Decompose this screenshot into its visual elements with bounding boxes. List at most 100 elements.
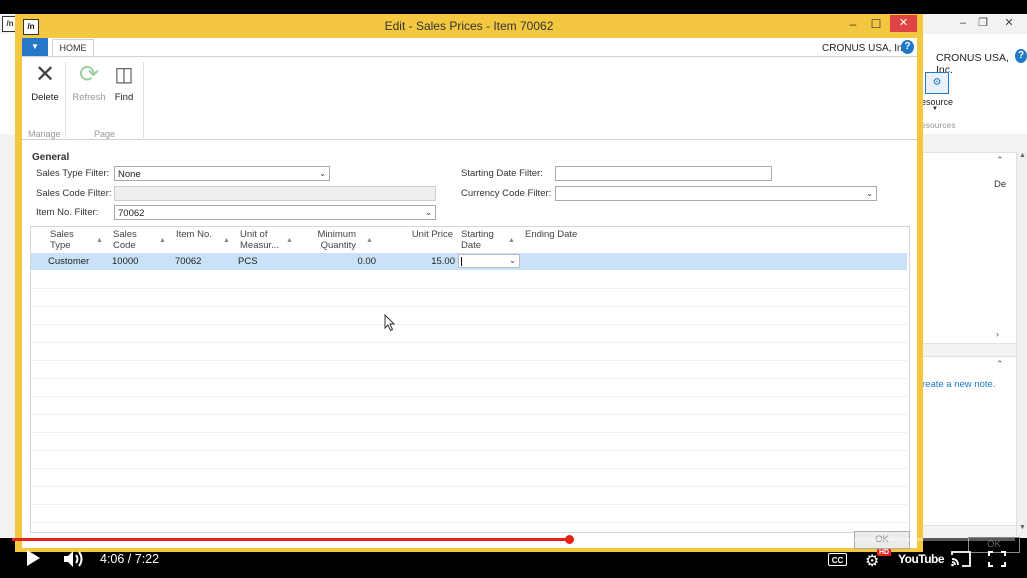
cell-unit-price[interactable]: 15.00 <box>411 256 455 267</box>
group-separator <box>65 62 66 138</box>
sort-icon[interactable]: ▲ <box>286 237 293 244</box>
starting-date-filter-field[interactable] <box>555 166 772 181</box>
item-no-filter-dropdown[interactable]: 70062 ⌄ <box>114 205 436 220</box>
minimize-icon[interactable]: – <box>841 15 865 33</box>
col-header-sales-type[interactable]: Sales Type <box>50 229 74 251</box>
chevron-up-icon[interactable]: ⌃ <box>996 155 1004 166</box>
delete-button[interactable]: ✕ Delete <box>30 61 60 104</box>
find-button-label: Find <box>114 92 134 103</box>
currency-code-filter-label: Currency Code Filter: <box>461 188 552 199</box>
row-divider <box>31 288 907 289</box>
chevron-down-icon[interactable]: ⌄ <box>425 206 432 220</box>
row-divider <box>31 342 907 343</box>
currency-code-filter-dropdown[interactable]: ⌄ <box>555 186 877 201</box>
bg-scrollbar[interactable]: ▲ ▼ <box>1016 152 1027 536</box>
header-line: Code <box>113 240 136 251</box>
row-divider <box>31 450 907 451</box>
manage-group-label: Manage <box>28 129 61 139</box>
row-divider <box>31 468 907 469</box>
text-caret <box>461 257 462 266</box>
sales-prices-grid: Sales Type ▲ Sales Code ▲ Item No. ▲ Uni… <box>30 226 910 533</box>
chevron-down-icon[interactable]: ⌄ <box>866 187 873 201</box>
factbox-de-text: De <box>994 179 1007 190</box>
bg-minimize-icon[interactable]: – <box>956 17 970 29</box>
table-row[interactable]: Customer 10000 70062 PCS 0.00 15.00 ⌄ <box>31 253 907 270</box>
header-line: Sales <box>113 229 137 240</box>
create-note-link[interactable]: reate a new note. <box>922 379 995 390</box>
header-line: Unit Price <box>411 229 453 240</box>
row-divider <box>31 504 907 505</box>
header-line: Starting <box>461 229 494 240</box>
header-line: Unit of <box>240 229 268 240</box>
chevron-down-icon[interactable]: ▼ <box>932 106 938 112</box>
col-header-unit-price[interactable]: Unit Price <box>401 229 453 240</box>
col-header-ending-date[interactable]: Ending Date <box>525 229 577 240</box>
sales-prices-dialog: /n Edit - Sales Prices - Item 70062 – ☐ … <box>15 14 923 552</box>
sales-type-filter-value: None <box>118 169 141 180</box>
col-header-item-no[interactable]: Item No. <box>176 229 212 240</box>
fullscreen-icon[interactable] <box>988 551 1006 570</box>
chevron-right-icon[interactable]: › <box>996 329 999 339</box>
refresh-button[interactable]: ⟳ Refresh <box>72 61 106 104</box>
close-x-icon: ✕ <box>34 61 56 88</box>
maximize-icon[interactable]: ☐ <box>864 15 888 33</box>
col-header-sales-code[interactable]: Sales Code <box>113 229 137 251</box>
refresh-icon: ⟳ <box>78 61 100 88</box>
row-divider <box>31 306 907 307</box>
starting-date-input[interactable]: ⌄ <box>458 254 520 268</box>
volume-icon[interactable] <box>63 550 87 571</box>
help-icon[interactable]: ? <box>901 40 914 54</box>
header-line: Quantity <box>320 240 356 251</box>
delete-button-label: Delete <box>31 92 59 103</box>
sales-type-filter-dropdown[interactable]: None ⌄ <box>114 166 330 181</box>
resource-icon[interactable]: ⚙ <box>925 72 949 94</box>
sort-icon[interactable]: ▲ <box>366 237 373 244</box>
bg-help-icon[interactable]: ? <box>1015 49 1027 63</box>
chevron-down-icon[interactable]: ⌄ <box>509 254 516 268</box>
sales-type-filter-label: Sales Type Filter: <box>36 168 110 179</box>
factbox-panel: ⌃ De › <box>921 152 1019 344</box>
file-menu-tab[interactable]: ▼ <box>22 38 48 56</box>
play-icon[interactable] <box>25 549 41 570</box>
scroll-up-icon[interactable]: ▲ <box>1019 152 1026 159</box>
chevron-down-icon[interactable]: ⌄ <box>319 167 326 181</box>
chevron-up-icon[interactable]: ⌃ <box>996 359 1004 370</box>
sort-icon[interactable]: ▲ <box>508 237 515 244</box>
company-name: CRONUS USA, Inc. <box>822 43 911 54</box>
col-header-starting-date[interactable]: Starting Date <box>461 229 494 251</box>
sort-icon[interactable]: ▲ <box>223 237 230 244</box>
notes-panel: ⌃ reate a new note. <box>921 356 1019 526</box>
cast-icon[interactable] <box>950 551 972 570</box>
col-header-unit-of-measure[interactable]: Unit of Measur... <box>240 229 279 251</box>
youtube-logo[interactable]: YouTube <box>898 552 945 566</box>
resources-group-label: esources <box>921 120 956 130</box>
col-header-minimum-quantity[interactable]: Minimum Quantity <box>316 229 356 251</box>
scroll-down-icon[interactable]: ▼ <box>1019 524 1026 531</box>
cell-unit-of-measure[interactable]: PCS <box>238 256 258 267</box>
bg-restore-icon[interactable]: ❐ <box>976 17 990 29</box>
find-button[interactable]: ◫ Find <box>112 62 136 103</box>
bg-close-icon[interactable]: ✕ <box>1002 17 1016 29</box>
video-progress-fill[interactable] <box>12 538 570 541</box>
cell-minimum-quantity[interactable]: 0.00 <box>331 256 377 267</box>
row-divider <box>31 432 907 433</box>
group-separator <box>143 62 144 138</box>
item-no-filter-value: 70062 <box>118 208 145 219</box>
video-scrubber-handle[interactable] <box>565 535 574 544</box>
cell-sales-type[interactable]: Customer <box>48 256 89 267</box>
refresh-button-label: Refresh <box>72 92 106 103</box>
hd-badge: HD <box>877 549 892 556</box>
cell-item-no[interactable]: 70062 <box>175 256 201 267</box>
captions-icon[interactable]: CC <box>828 553 847 566</box>
header-line: Sales <box>50 229 74 240</box>
sort-icon[interactable]: ▲ <box>96 237 103 244</box>
sort-icon[interactable]: ▲ <box>159 237 166 244</box>
row-divider <box>31 378 907 379</box>
sales-code-filter-field[interactable] <box>114 186 436 201</box>
binoculars-icon: ◫ <box>114 64 134 86</box>
header-line: Measur... <box>240 240 280 251</box>
row-divider <box>31 414 907 415</box>
cell-sales-code[interactable]: 10000 <box>112 256 138 267</box>
close-icon[interactable]: ✕ <box>890 15 917 32</box>
dialog-title: Edit - Sales Prices - Item 70062 <box>384 19 554 33</box>
